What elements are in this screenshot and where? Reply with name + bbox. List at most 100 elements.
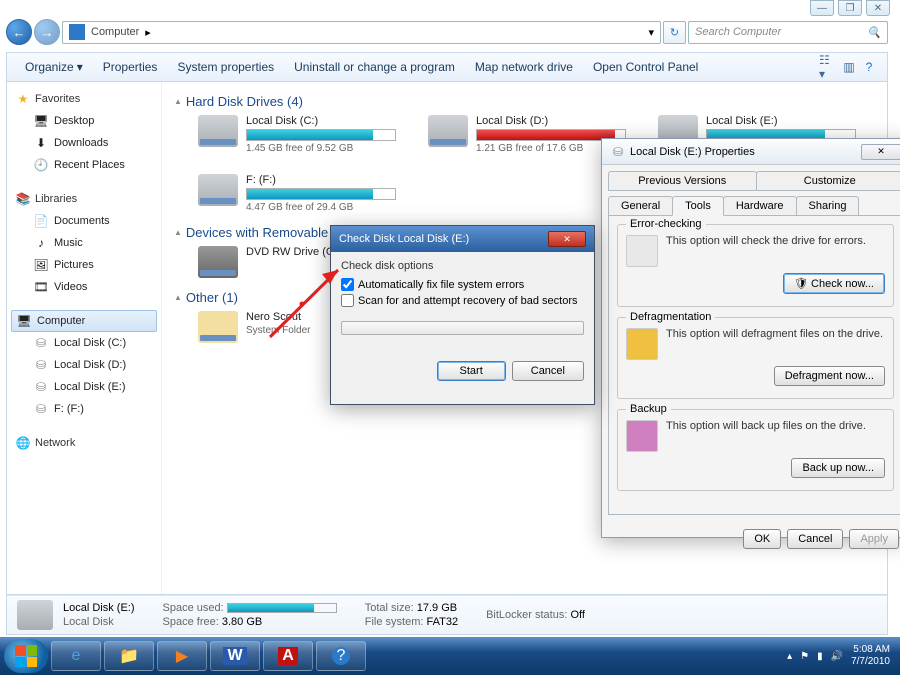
sidebar-item-pictures[interactable]: 🖼Pictures [11,254,157,276]
tab-sharing[interactable]: Sharing [796,196,860,216]
forward-button[interactable]: → [34,19,60,45]
sidebar-item-drive-d[interactable]: ⛁Local Disk (D:) [11,354,157,376]
group-text: This option will check the drive for err… [666,235,885,247]
network-header[interactable]: 🌐Network [11,432,157,454]
close-button[interactable]: ✕ [548,231,586,247]
properties-button[interactable]: Properties [93,56,168,78]
tab-tools[interactable]: Tools [672,196,724,216]
sidebar-item-music[interactable]: ♪Music [11,232,157,254]
sidebar-item-documents[interactable]: 📄Documents [11,210,157,232]
cancel-button[interactable]: Cancel [787,529,843,549]
start-button[interactable]: Start [437,361,506,381]
date-text: 7/7/2010 [851,656,890,668]
open-control-panel-button[interactable]: Open Control Panel [583,56,708,78]
scan-recover-checkbox[interactable]: Scan for and attempt recovery of bad sec… [341,294,584,307]
system-properties-button[interactable]: System properties [167,56,284,78]
sidebar-item-drive-f[interactable]: ⛁F: (F:) [11,398,157,420]
ie-icon: e [72,647,81,665]
backup-icon [626,420,658,452]
uninstall-button[interactable]: Uninstall or change a program [284,56,465,78]
tab-previous-versions[interactable]: Previous Versions [608,171,757,191]
search-placeholder: Search Computer [695,26,867,38]
volume-icon[interactable]: 🔊 [831,651,843,662]
check-now-button[interactable]: 🛡Check now... [783,273,885,294]
cancel-button[interactable]: Cancel [512,361,584,381]
network-icon[interactable]: ▮ [817,651,823,662]
check-disk-titlebar[interactable]: Check Disk Local Disk (E:) ✕ [331,226,594,252]
defrag-group: Defragmentation This option will defragm… [617,317,894,399]
sidebar-item-drive-c[interactable]: ⛁Local Disk (C:) [11,332,157,354]
system-tray: ▴ ⚑ ▮ 🔊 5:08 AM 7/7/2010 [787,644,896,668]
group-title: Backup [626,403,671,415]
drive-c[interactable]: Local Disk (C:)1.45 GB free of 9.52 GB [198,115,408,154]
sidebar-item-drive-e[interactable]: ⛁Local Disk (E:) [11,376,157,398]
word-icon: W [223,647,246,665]
taskbar-explorer[interactable]: 📁 [104,641,154,671]
defragment-now-button[interactable]: Defragment now... [774,366,885,386]
taskbar-adobe[interactable]: A [263,641,313,671]
videos-icon: 🎞 [33,279,49,295]
flag-icon[interactable]: ⚑ [800,651,809,662]
address-bar[interactable]: Computer ▸ ▾ [62,21,661,44]
sidebar-item-downloads[interactable]: ⬇Downloads [11,132,157,154]
collapse-icon: ▲ [174,97,182,106]
group-text: This option will back up files on the dr… [666,420,885,432]
taskbar-ie[interactable]: e [51,641,101,671]
organize-menu[interactable]: Organize ▾ [15,56,93,78]
group-title: Defragmentation [626,311,715,323]
sidebar-item-videos[interactable]: 🎞Videos [11,276,157,298]
collapse-icon: ▲ [174,228,182,237]
help-icon: ? [332,647,350,665]
forward-icon: → [41,25,54,40]
favorites-header[interactable]: ★Favorites [11,88,157,110]
back-button[interactable]: ← [6,19,32,45]
address-row: ← → Computer ▸ ▾ ↻ Search Computer 🔍 [6,18,888,46]
close-button[interactable]: ✕ [866,0,890,16]
sidebar-item-desktop[interactable]: 🖥Desktop [11,110,157,132]
taskbar-word[interactable]: W [210,641,260,671]
dropdown-icon[interactable]: ▾ [648,26,654,39]
tray-expand-icon[interactable]: ▴ [787,651,792,662]
preview-pane-button[interactable]: ▥ [839,57,859,77]
pictures-icon: 🖼 [33,257,49,273]
drive-icon [198,174,238,206]
minimize-button[interactable]: — [810,0,834,16]
desktop-icon: 🖥 [33,113,49,129]
drive-f[interactable]: F: (F:)4.47 GB free of 29.4 GB [198,174,408,213]
network-icon: 🌐 [15,435,31,451]
ok-button[interactable]: OK [743,529,781,549]
tab-general[interactable]: General [608,196,673,216]
hdd-section-header[interactable]: ▲Hard Disk Drives (4) [174,94,875,109]
help-button[interactable]: ? [859,57,879,77]
refresh-button[interactable]: ↻ [663,21,686,44]
adobe-icon: A [278,647,298,665]
details-type: Local Disk [63,616,135,628]
auto-fix-checkbox[interactable]: Automatically fix file system errors [341,278,584,291]
tab-customize[interactable]: Customize [756,171,900,191]
search-input[interactable]: Search Computer 🔍 [688,21,888,44]
checkbox-input[interactable] [341,294,354,307]
sidebar-item-computer[interactable]: 🖥Computer [11,310,157,332]
tab-hardware[interactable]: Hardware [723,196,797,216]
close-icon: ✕ [874,3,882,14]
taskbar-wmp[interactable]: ▶ [157,641,207,671]
properties-titlebar[interactable]: ⛁Local Disk (E:) Properties ✕ [602,139,900,165]
star-icon: ★ [15,91,31,107]
backup-now-button[interactable]: Back up now... [791,458,885,478]
view-options-button[interactable]: ☷ ▾ [819,57,839,77]
start-button[interactable] [4,639,48,673]
drive-icon: ⛁ [610,144,626,160]
chevron-right-icon: ▸ [145,26,151,39]
computer-icon: 🖥 [16,313,32,329]
apply-button[interactable]: Apply [849,529,899,549]
clock[interactable]: 5:08 AM 7/7/2010 [851,644,890,668]
map-drive-button[interactable]: Map network drive [465,56,583,78]
sidebar-item-recent[interactable]: 🕘Recent Places [11,154,157,176]
recent-icon: 🕘 [33,157,49,173]
maximize-button[interactable]: ❐ [838,0,862,16]
libraries-header[interactable]: 📚Libraries [11,188,157,210]
close-button[interactable]: ✕ [861,144,900,160]
taskbar-help[interactable]: ? [316,641,366,671]
collapse-icon: ▲ [174,293,182,302]
checkbox-input[interactable] [341,278,354,291]
